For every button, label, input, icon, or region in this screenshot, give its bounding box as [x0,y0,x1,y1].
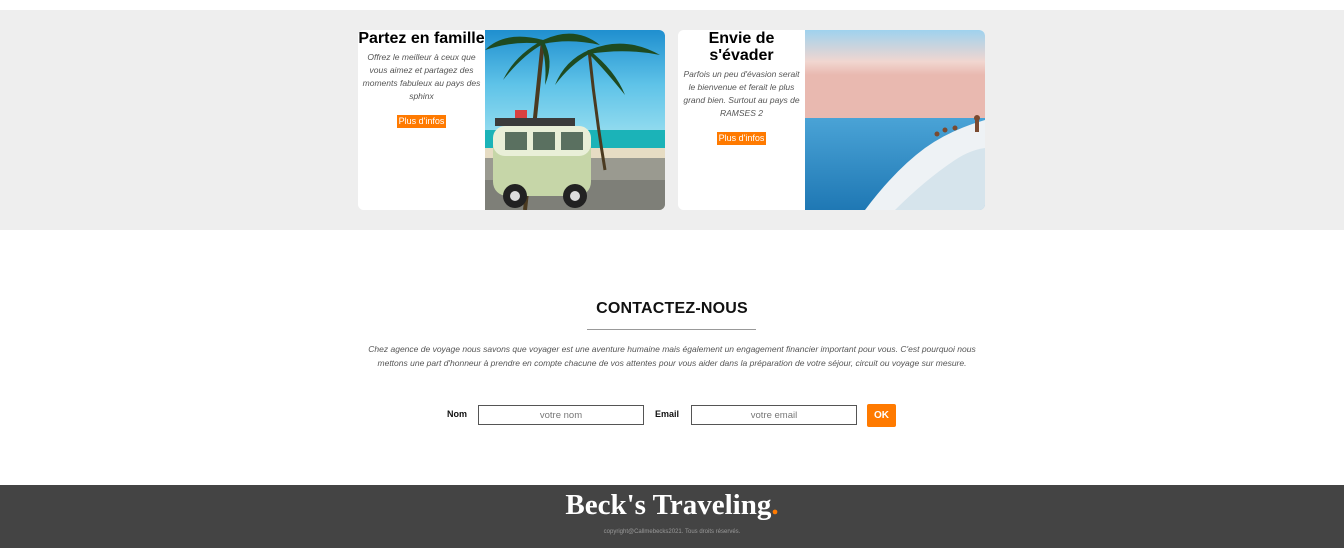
brand-name: Beck's Traveling [565,489,772,521]
name-input[interactable] [478,405,644,425]
offer-card-escape: Envie de s'évader Parfois un peu d'évasi… [678,30,985,210]
brand-dot: . [771,489,779,521]
offer-card-text: Envie de s'évader Parfois un peu d'évasi… [678,30,805,210]
email-label: Email [655,409,680,419]
offer-card-text: Partez en famille Offrez le meilleur à c… [358,30,485,210]
more-info-button[interactable]: Plus d'infos [716,132,767,145]
copyright-text: copyright@Callmebecks2021. Tous droits r… [603,529,741,535]
contact-title: CONTACTEZ-NOUS [596,300,748,317]
white-cliff-image [805,30,985,210]
name-label: Nom [447,409,467,419]
brand-logo: Beck's Traveling. [0,487,1344,523]
offer-description: Parfois un peu d'évasion serait le bienv… [683,69,800,118]
contact-form: Nom Email OK [0,404,1344,427]
offer-description: Offrez le meilleur à ceux que vous aimez… [362,52,481,101]
offers-section: Partez en famille Offrez le meilleur à c… [0,10,1344,230]
more-info-button[interactable]: Plus d'infos [396,115,447,128]
offer-title: Partez en famille [358,30,485,47]
offer-title: Envie de s'évader [708,30,775,64]
email-input[interactable] [691,405,857,425]
offer-card-family: Partez en famille Offrez le meilleur à c… [358,30,665,210]
footer: Beck's Traveling. copyright@Callmebecks2… [0,485,1344,548]
submit-button[interactable]: OK [867,404,896,427]
beach-van-image [485,30,665,210]
contact-description: Chez agence de voyage nous savons que vo… [368,344,976,368]
divider [587,329,756,330]
